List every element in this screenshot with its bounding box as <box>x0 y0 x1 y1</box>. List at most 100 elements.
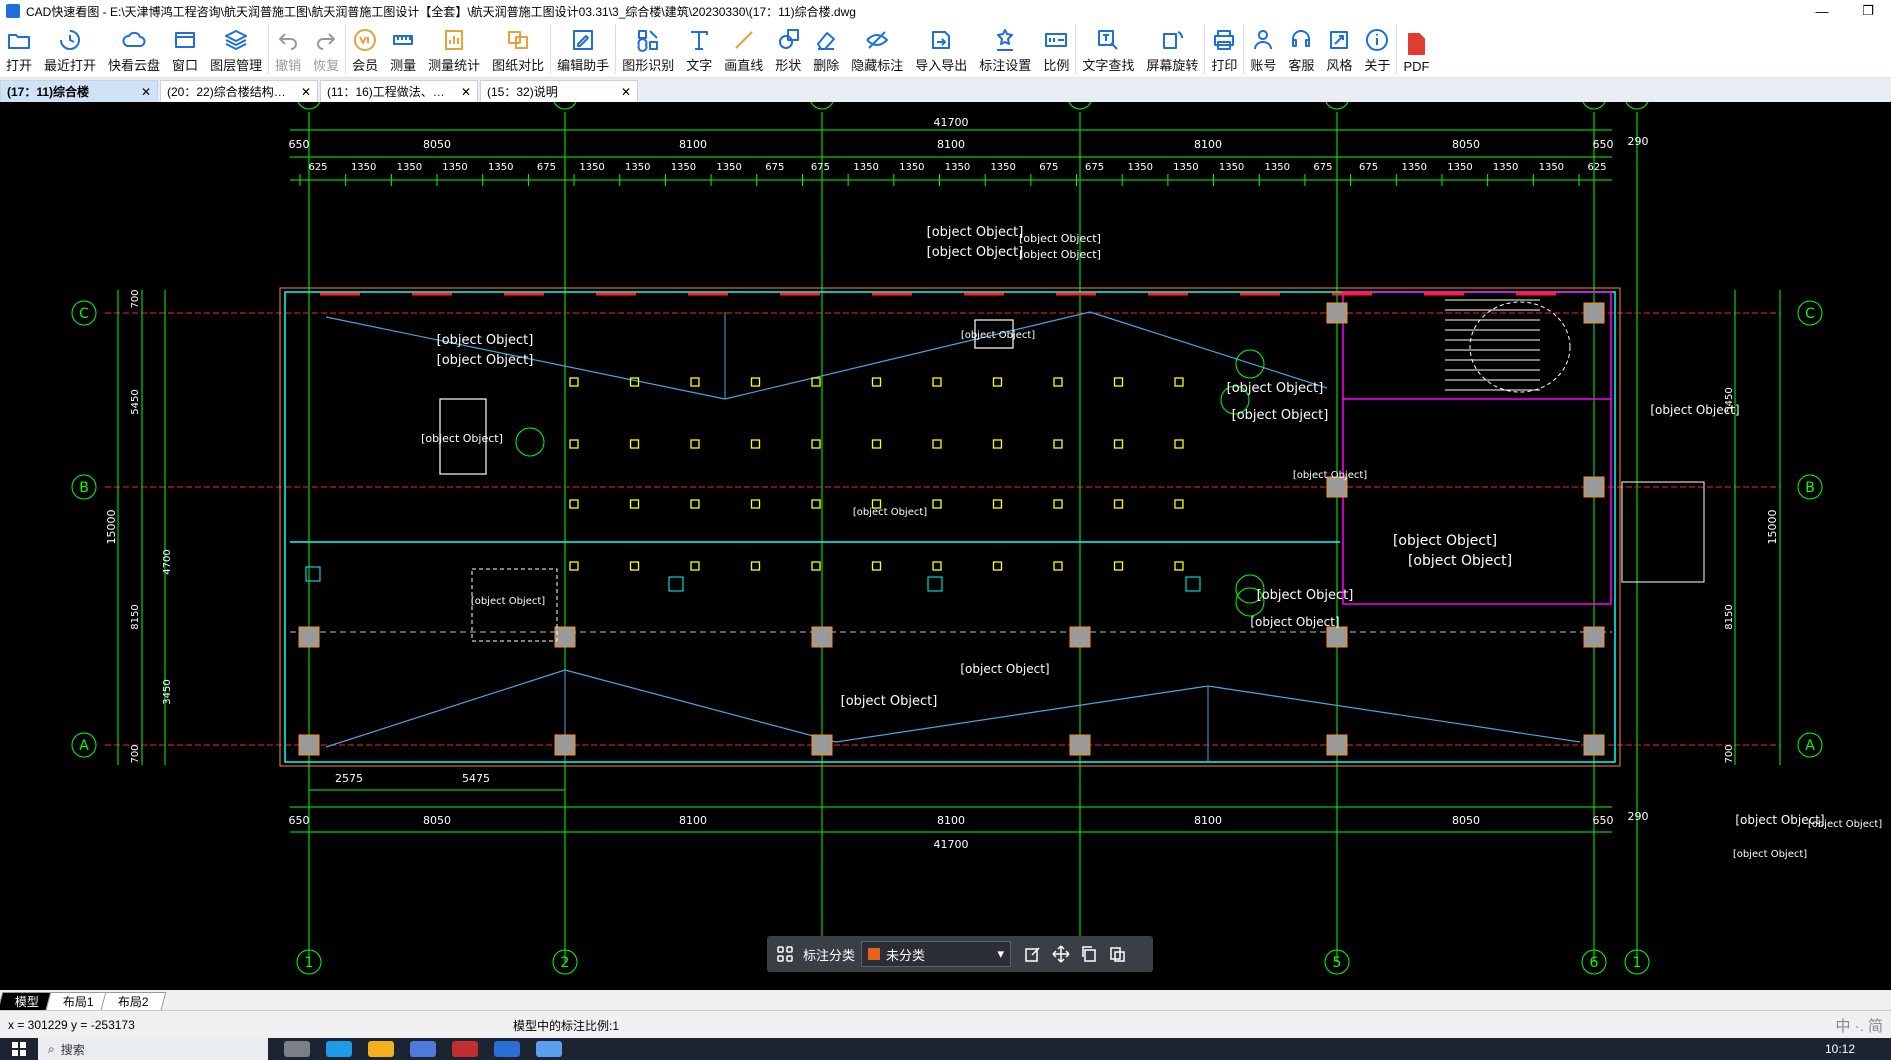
style-button[interactable]: 风格 <box>1320 24 1358 74</box>
taskbar-app-icon[interactable] <box>326 1041 352 1057</box>
structural-column <box>554 626 576 648</box>
drain-square <box>569 561 579 571</box>
pdf-button[interactable]: PDF <box>1397 24 1435 74</box>
drain-square <box>1174 439 1184 449</box>
vip-button[interactable]: 会员 <box>346 24 384 74</box>
document-tab[interactable]: (20：22)综合楼结构… ✕ <box>160 80 318 102</box>
hide-annotation-icon <box>866 31 889 49</box>
info-button[interactable]: 关于 <box>1358 24 1398 74</box>
dim-text: 41700 <box>934 838 969 851</box>
toolbar-button-label: 账号 <box>1250 58 1277 73</box>
dim-text: 675 <box>765 162 784 173</box>
account-button[interactable]: 账号 <box>1244 24 1282 74</box>
document-tab[interactable]: (15：32)说明 ✕ <box>480 80 638 102</box>
text-icon <box>691 31 709 50</box>
dim-text: 1350 <box>351 162 376 173</box>
edit-assistant-icon <box>573 30 594 50</box>
window-button[interactable]: 窗口 <box>166 24 204 74</box>
shape-button[interactable]: 形状 <box>769 24 807 74</box>
support-button[interactable]: 客服 <box>1282 24 1320 74</box>
text-button[interactable]: 文字 <box>680 24 718 74</box>
print-button[interactable]: 打印 <box>1205 24 1245 74</box>
roof-drain-box <box>927 576 943 592</box>
rotate-screen-button[interactable]: 屏幕旋转 <box>1140 24 1206 74</box>
drain-square <box>1053 561 1063 571</box>
close-icon[interactable]: ✕ <box>141 85 151 99</box>
copy-icon[interactable] <box>1079 944 1099 964</box>
close-icon[interactable]: ✕ <box>461 85 471 99</box>
style-icon <box>1330 31 1349 49</box>
grid-icon[interactable] <box>775 944 795 964</box>
dim-text: 675 <box>1039 162 1058 173</box>
hide-annotation-button[interactable]: 隐藏标注 <box>845 24 909 74</box>
stats-button[interactable]: 测量统计 <box>422 24 486 74</box>
toolbar-button-label: 删除 <box>813 58 840 73</box>
toolbar-button-label: 文字 <box>686 58 713 73</box>
stair-curve <box>1469 301 1571 393</box>
layout-tab[interactable]: 布局2 <box>100 992 166 1010</box>
axis-label: C <box>79 306 89 322</box>
eraser-button[interactable]: 删除 <box>807 24 845 74</box>
move-icon[interactable] <box>1051 944 1071 964</box>
minimize-button[interactable]: — <box>1799 0 1845 22</box>
edit-assistant-button[interactable]: 编辑助手 <box>551 24 617 74</box>
drain-square <box>690 561 700 571</box>
windows-start-icon[interactable] <box>0 1042 38 1056</box>
cad-drawing[interactable]: 1 2 3 4 5 6 1 1 2 5 6 1 C C B B A A 41700 650 8050 8100 8100 81… <box>0 102 1891 990</box>
dim-text: 650 <box>289 814 310 827</box>
compare-button[interactable]: 图纸对比 <box>486 24 552 74</box>
cloud-icon <box>122 31 146 47</box>
taskbar-app-icon[interactable] <box>452 1041 478 1057</box>
structural-column <box>1583 302 1605 324</box>
annotation-settings-button[interactable]: 标注设置 <box>973 24 1037 74</box>
paste-icon[interactable] <box>1107 944 1127 964</box>
dim-text: 700 <box>130 289 141 308</box>
status-bar: x = 301229 y = -253173 模型中的标注比例:1 中 ·. 简 <box>0 1010 1891 1039</box>
line-button[interactable]: 画直线 <box>718 24 769 74</box>
toolbar-button-label: 打印 <box>1211 58 1238 73</box>
cloud-button[interactable]: 快看云盘 <box>102 24 166 74</box>
drain-square <box>629 439 640 449</box>
undo-button[interactable]: 撤销 <box>269 24 307 74</box>
ime-indicator[interactable]: 中 ·. 简 <box>1836 1015 1884 1036</box>
document-tab[interactable]: (17：11)综合楼 ✕ <box>0 80 158 102</box>
redo-button[interactable]: 恢复 <box>307 24 347 74</box>
ruler-button[interactable]: 测量 <box>384 24 422 74</box>
drain-square <box>690 439 700 449</box>
text-search-button[interactable]: 文字查找 <box>1076 24 1140 74</box>
folder-button[interactable]: 打开 <box>0 24 38 74</box>
drawing-annotation: [object Object] <box>960 662 1049 676</box>
annotation-category-select[interactable]: 未分类 ▾ <box>861 941 1012 967</box>
drawing-annotation: [object Object] <box>1257 588 1354 603</box>
taskbar-app-icon[interactable] <box>410 1041 436 1057</box>
restore-button[interactable]: ❐ <box>1845 0 1891 22</box>
edit-icon[interactable] <box>1023 944 1043 964</box>
toolbar-button-label: 会员 <box>352 58 379 73</box>
taskbar-app-icon[interactable] <box>368 1041 394 1057</box>
window-icon <box>175 32 196 48</box>
corridor-link-box <box>1621 481 1705 583</box>
import-export-icon <box>932 31 951 49</box>
dim-text: 1350 <box>1402 162 1427 173</box>
shape-recognition-button[interactable]: 图形识别 <box>616 24 680 74</box>
document-tab[interactable]: (11：16)工程做法、… ✕ <box>320 80 478 102</box>
dim-text: 8050 <box>423 138 451 151</box>
drain-square <box>932 561 942 571</box>
scale-button[interactable]: 比例 <box>1037 24 1077 74</box>
history-button[interactable]: 最近打开 <box>38 24 102 74</box>
close-icon[interactable]: ✕ <box>301 85 311 99</box>
vip-icon <box>354 29 377 51</box>
drain-square <box>932 377 942 387</box>
taskbar-search[interactable]: ⌕ 搜索 <box>38 1038 268 1060</box>
import-export-button[interactable]: 导入导出 <box>909 24 973 74</box>
taskbar-app-icon[interactable] <box>536 1041 562 1057</box>
close-icon[interactable]: ✕ <box>621 85 631 99</box>
layers-button[interactable]: 图层管理 <box>204 24 270 74</box>
dim-text: 1350 <box>899 162 924 173</box>
drain-square <box>569 377 579 387</box>
drawing-canvas[interactable]: 1 2 3 4 5 6 1 1 2 5 6 1 C C B B A A 41700 650 8050 8100 8100 81… <box>0 102 1891 990</box>
document-tab-label: (11：16)工程做法、… <box>327 85 445 99</box>
taskbar-app-icon[interactable] <box>284 1041 310 1057</box>
taskbar-app-icon[interactable] <box>494 1041 520 1057</box>
layout-tab-label: 布局1 <box>62 995 94 1009</box>
